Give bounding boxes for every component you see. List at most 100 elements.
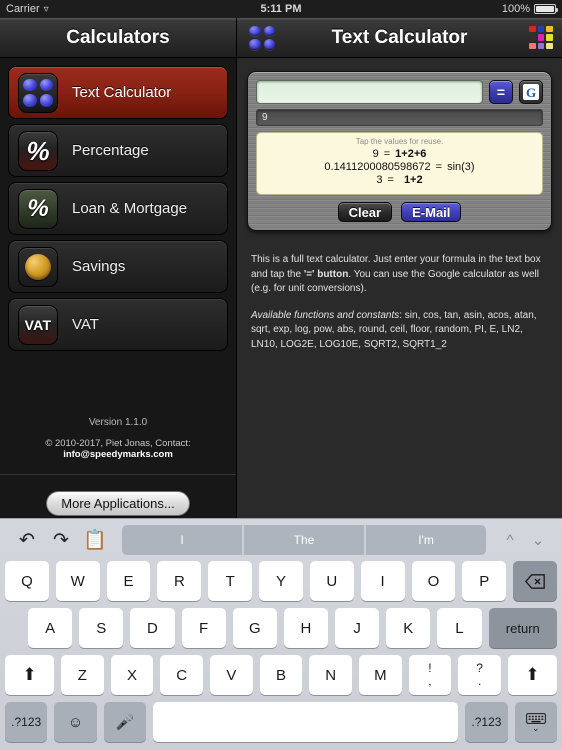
formula-input[interactable] [256, 80, 483, 104]
sidebar-item-label: Savings [72, 258, 126, 275]
hide-keyboard-icon[interactable]: ⌄ [514, 702, 557, 742]
keyboard-row-4: .?123 ☺ 🎤 .?123 ⌄ [0, 702, 562, 742]
google-g-icon: G [523, 84, 539, 100]
battery-indicator: 100% [502, 3, 558, 15]
key-u[interactable]: U [309, 561, 354, 601]
navigation-bar: Calculators Text Calculator [0, 18, 562, 58]
key-v[interactable]: V [210, 655, 253, 695]
result-expression[interactable]: 1+2 [404, 174, 423, 186]
redo-icon[interactable]: ↷ [44, 523, 78, 557]
key-s[interactable]: S [79, 608, 124, 648]
keyboard-row-2: A S D F G H J K L return [0, 608, 562, 648]
result-row[interactable]: 3 = 1+2 [265, 174, 534, 186]
chevron-up-icon[interactable]: ^ [496, 523, 524, 557]
color-grid-cell [529, 25, 536, 33]
key-g[interactable]: G [232, 608, 277, 648]
sidebar-item-vat[interactable]: VAT VAT [8, 298, 228, 351]
battery-icon [534, 4, 558, 14]
equals-button[interactable]: = [489, 80, 513, 104]
main-split-view: Text Calculator % Percentage % Loan & Mo… [0, 58, 562, 520]
suggestion-item[interactable]: I'm [366, 525, 486, 555]
key-i[interactable]: I [360, 561, 405, 601]
numbers-key-left[interactable]: .?123 [5, 702, 48, 742]
contact-email-link[interactable]: info@speedymarks.com [63, 449, 173, 460]
microphone-icon[interactable]: 🎤 [103, 702, 147, 742]
sidebar-item-loan-mortgage[interactable]: % Loan & Mortgage [8, 182, 228, 235]
backspace-icon[interactable] [513, 561, 557, 601]
more-applications-button[interactable]: More Applications... [46, 491, 190, 516]
key-q[interactable]: Q [5, 561, 49, 601]
key-o[interactable]: O [411, 561, 456, 601]
key-l[interactable]: L [437, 608, 482, 648]
sidebar-item-percentage[interactable]: % Percentage [8, 124, 228, 177]
page-title-left: Calculators [66, 26, 170, 48]
result-row[interactable]: 0.1411200080598672 = sin(3) [265, 161, 534, 173]
detail-pane: = G 9 Tap the values for reuse. 9 = 1+2+… [237, 58, 562, 520]
result-equals: = [387, 174, 394, 186]
keyboard-row-3: ⬆ Z X C V B N M ! , ? . ⬆ [0, 655, 562, 695]
color-grid-cell [537, 25, 545, 33]
sidebar-item-text-calculator[interactable]: Text Calculator [8, 66, 228, 119]
color-grid-cell [537, 42, 545, 50]
chevron-down-icon[interactable]: ⌄ [524, 523, 552, 557]
key-t[interactable]: T [208, 561, 253, 601]
sidebar-item-savings[interactable]: Savings [8, 240, 228, 293]
suggestion-item[interactable]: The [244, 525, 364, 555]
shift-icon-right[interactable]: ⬆ [507, 655, 557, 695]
calculator-input-row: = G [256, 80, 543, 104]
google-button[interactable]: G [519, 80, 543, 104]
four-dots-icon[interactable] [249, 25, 275, 50]
key-r[interactable]: R [157, 561, 202, 601]
undo-icon[interactable]: ↶ [10, 523, 44, 557]
key-a[interactable]: A [28, 608, 73, 648]
key-d[interactable]: D [130, 608, 175, 648]
keyboard-row-1: Q W E R T Y U I O P [0, 561, 562, 601]
punct-bottom: . [477, 674, 482, 688]
key-x[interactable]: X [110, 655, 154, 695]
key-m[interactable]: M [358, 655, 402, 695]
results-hint: Tap the values for reuse. [355, 137, 444, 146]
key-b[interactable]: B [259, 655, 303, 695]
color-grid-icon[interactable] [528, 25, 554, 51]
key-p[interactable]: P [462, 561, 507, 601]
results-list[interactable]: Tap the values for reuse. 9 = 1+2+6 0.14… [256, 132, 543, 195]
key-exclamation-comma[interactable]: ! , [408, 655, 452, 695]
dual-label: ? . [476, 662, 483, 687]
suggestion-item[interactable]: I [122, 525, 242, 555]
key-f[interactable]: F [181, 608, 226, 648]
sidebar-item-label: VAT [72, 316, 99, 333]
desc-button-word: button [314, 268, 349, 280]
return-key[interactable]: return [488, 608, 558, 648]
key-y[interactable]: Y [259, 561, 303, 601]
key-k[interactable]: K [386, 608, 431, 648]
numbers-key-right[interactable]: .?123 [465, 702, 508, 742]
color-grid-cell [529, 42, 536, 50]
description-paragraph-2: Available functions and constants: sin, … [251, 309, 548, 353]
key-c[interactable]: C [160, 655, 204, 695]
key-h[interactable]: H [283, 608, 329, 648]
key-e[interactable]: E [106, 561, 151, 601]
result-value[interactable]: 3 [376, 174, 382, 186]
email-button[interactable]: E-Mail [401, 202, 462, 222]
version-label: Version 1.1.0 [88, 417, 148, 428]
paste-icon[interactable]: 📋 [78, 523, 112, 557]
key-n[interactable]: N [309, 655, 352, 695]
key-question-period[interactable]: ? . [458, 655, 501, 695]
navbar-right: Text Calculator [237, 18, 562, 57]
status-time: 5:11 PM [260, 3, 302, 15]
result-expression[interactable]: sin(3) [447, 161, 475, 173]
result-value[interactable]: 9 [373, 148, 379, 160]
result-value[interactable]: 0.1411200080598672 [324, 161, 430, 173]
result-expression[interactable]: 1+2+6 [395, 148, 426, 160]
space-key[interactable] [153, 702, 459, 742]
clear-button[interactable]: Clear [337, 202, 393, 222]
shift-icon-left[interactable]: ⬆ [5, 655, 55, 695]
result-row[interactable]: 9 = 1+2+6 [265, 148, 534, 160]
sidebar-item-label: Loan & Mortgage [72, 200, 188, 217]
emoji-icon[interactable]: ☺ [54, 702, 97, 742]
key-j[interactable]: J [335, 608, 380, 648]
key-z[interactable]: Z [61, 655, 104, 695]
description-text: This is a full text calculator. Just ent… [247, 253, 552, 352]
color-grid-cell [537, 34, 545, 41]
key-w[interactable]: W [55, 561, 100, 601]
